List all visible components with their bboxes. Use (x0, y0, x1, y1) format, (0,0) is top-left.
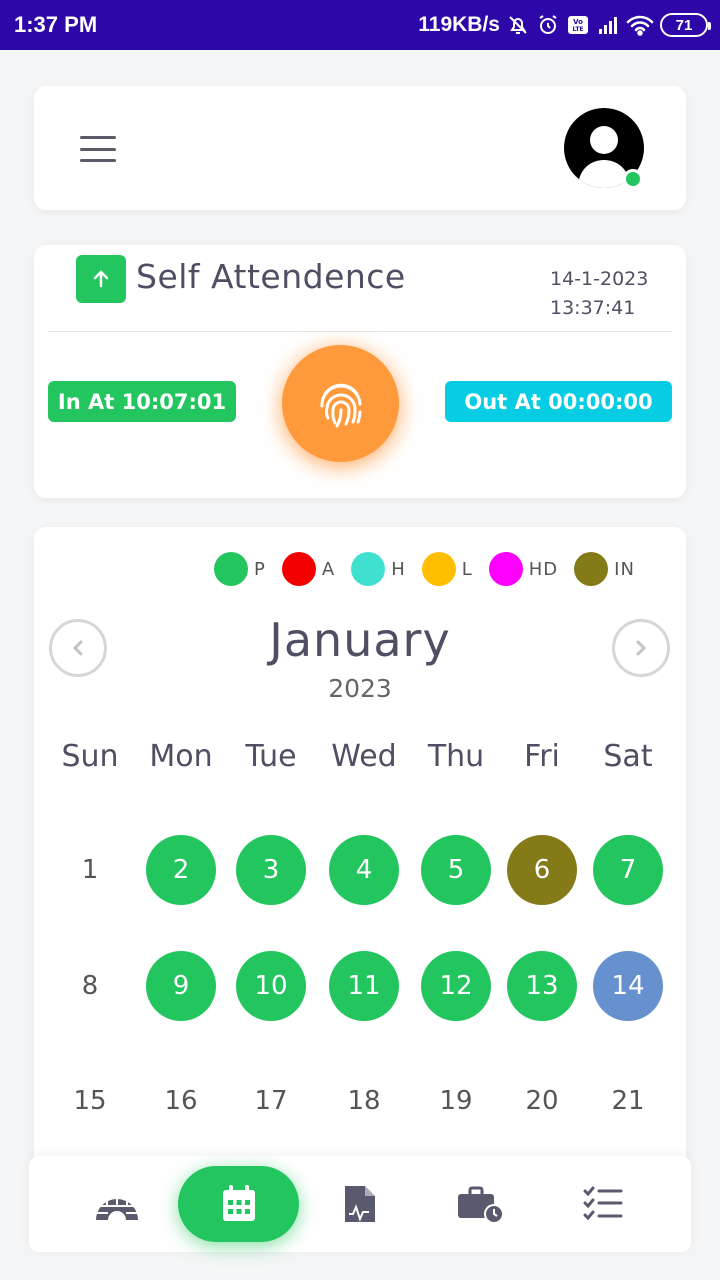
calendar-day[interactable]: 3 (236, 835, 306, 905)
calendar-day[interactable]: 14 (593, 951, 663, 1021)
alarm-icon (536, 13, 560, 37)
wifi-icon (626, 13, 654, 37)
igloo-icon (96, 1190, 138, 1220)
attendance-date: 14-1-2023 (550, 268, 649, 290)
document-chart-icon (345, 1186, 375, 1222)
legend-dot (488, 552, 523, 586)
nav-calendar[interactable] (178, 1166, 299, 1242)
in-time-badge: In At 10:07:01 (48, 381, 236, 422)
attendance-card: Self Attendence 14-1-2023 13:37:41 In At… (34, 245, 686, 498)
net-speed: 119KB/s (418, 13, 500, 36)
calendar-day[interactable]: 8 (55, 951, 125, 1021)
legend-dot (574, 552, 609, 586)
volte-icon: Vo LTE (566, 13, 590, 37)
next-month-button[interactable] (612, 619, 670, 677)
bottom-nav (29, 1156, 691, 1252)
calendar-day[interactable]: 10 (236, 951, 306, 1021)
legend-label: IN (614, 558, 635, 580)
attendance-time: 13:37:41 (550, 297, 636, 319)
legend-label: L (461, 558, 473, 580)
nav-report[interactable] (322, 1166, 398, 1242)
online-status-dot (623, 169, 643, 189)
arrow-up-icon (76, 255, 126, 303)
calendar-day[interactable]: 21 (593, 1066, 663, 1136)
divider (48, 331, 672, 332)
fingerprint-button[interactable] (282, 345, 399, 462)
legend-label: A (321, 558, 336, 580)
legend-dot (351, 552, 386, 586)
legend-item-l: L (421, 552, 473, 586)
calendar-day[interactable]: 9 (146, 951, 216, 1021)
status-icons: 119KB/s Vo LTE 71 (418, 10, 711, 40)
calendar-day[interactable]: 18 (329, 1066, 399, 1136)
nav-leave[interactable] (443, 1166, 519, 1242)
legend-label: H (391, 558, 406, 580)
calendar-icon (222, 1185, 255, 1221)
mute-bell-icon (506, 13, 530, 37)
weekday-fri: Fri (524, 739, 560, 774)
calendar-day[interactable]: 4 (329, 835, 399, 905)
calendar-day[interactable]: 5 (421, 835, 491, 905)
status-bar: 1:37 PM 119KB/s Vo LTE 71 (0, 0, 720, 50)
fingerprint-icon (319, 383, 361, 427)
weekday-tue: Tue (245, 739, 297, 774)
weekday-wed: Wed (331, 739, 397, 774)
legend-label: P (254, 558, 266, 580)
calendar-card: P A H L HD IN January 2023 Sun Mon Tue Wed Thu Fri… (34, 527, 686, 1167)
svg-text:LTE: LTE (572, 26, 583, 33)
weekday-sat: Sat (603, 739, 653, 774)
signal-icon (596, 13, 620, 37)
calendar-day[interactable]: 15 (55, 1066, 125, 1136)
status-time: 1:37 PM (14, 12, 98, 37)
task-list-icon (583, 1186, 623, 1221)
legend-item-a: A (281, 552, 336, 586)
hamburger-icon[interactable] (80, 136, 116, 162)
year-label: 2023 (328, 674, 392, 703)
chevron-right-icon (636, 640, 647, 656)
header-card (34, 86, 686, 210)
calendar-day[interactable]: 13 (507, 951, 577, 1021)
svg-text:Vo: Vo (573, 18, 583, 26)
weekday-sun: Sun (61, 739, 119, 774)
out-time-badge: Out At 00:00:00 (445, 381, 672, 422)
calendar-day[interactable]: 12 (421, 951, 491, 1021)
legend: P A H L HD IN (214, 551, 651, 587)
briefcase-clock-icon (458, 1186, 504, 1224)
legend-item-h: H (351, 552, 406, 586)
battery-icon: 71 (660, 13, 711, 37)
calendar-day[interactable]: 19 (421, 1066, 491, 1136)
weekday-mon: Mon (149, 739, 213, 774)
calendar-day[interactable]: 16 (146, 1066, 216, 1136)
nav-tasks[interactable] (565, 1166, 641, 1242)
calendar-day[interactable]: 20 (507, 1066, 577, 1136)
weekday-thu: Thu (427, 739, 485, 774)
legend-dot (281, 552, 316, 586)
calendar-day[interactable]: 11 (329, 951, 399, 1021)
month-label: January (269, 613, 451, 667)
legend-dot (214, 552, 248, 586)
calendar-day[interactable]: 2 (146, 835, 216, 905)
legend-item-in: IN (574, 552, 635, 586)
legend-item-hd: HD (488, 552, 559, 586)
attendance-datetime: 14-1-2023 13:37:41 (550, 265, 648, 323)
legend-dot (421, 552, 456, 586)
calendar-day[interactable]: 1 (55, 835, 125, 905)
nav-igloo[interactable] (79, 1166, 155, 1242)
attendance-title: Self Attendence (136, 257, 406, 296)
legend-item-p: P (214, 552, 266, 586)
calendar-day[interactable]: 7 (593, 835, 663, 905)
calendar-day[interactable]: 6 (507, 835, 577, 905)
legend-label: HD (528, 558, 559, 580)
calendar-day[interactable]: 17 (236, 1066, 306, 1136)
